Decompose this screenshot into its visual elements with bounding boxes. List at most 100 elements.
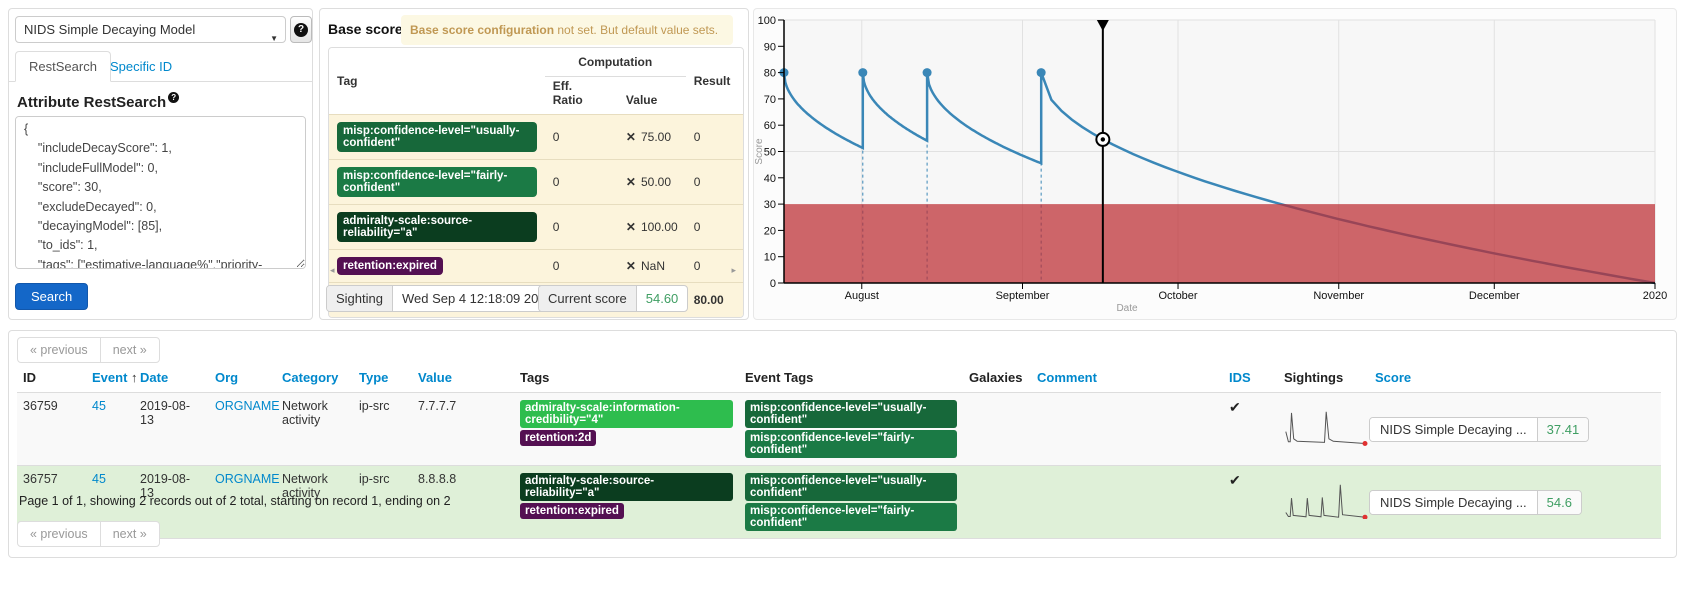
tag-badge[interactable]: misp:confidence-level="usually-confident… (745, 400, 957, 428)
col-value[interactable]: Value (412, 363, 514, 393)
results-panel: « previous next » ID Event ↑ Date Org Ca… (8, 330, 1677, 558)
cell-tags: admiralty-scale:source-reliability="a" r… (514, 466, 739, 539)
scroll-right-icon[interactable]: ▸ (731, 265, 736, 276)
score-value: 37.41 (1538, 418, 1589, 441)
search-tabs: RestSearch Specific ID (9, 51, 312, 82)
col-eff-ratio: Eff. Ratio (545, 77, 596, 115)
score-group: NIDS Simple Decaying ... 54.6 (1369, 490, 1582, 515)
tag-badge[interactable]: admiralty-scale:source-reliability="a" (520, 473, 733, 501)
tag-badge[interactable]: admiralty-scale:information-credibility=… (520, 400, 733, 428)
col-id: ID (17, 363, 86, 393)
tab-restsearch[interactable]: RestSearch (15, 51, 111, 82)
col-event-tags: Event Tags (739, 363, 963, 393)
svg-text:60: 60 (764, 120, 776, 132)
chevron-down-icon: ▼ (270, 26, 278, 43)
decaying-models-tool: NIDS Simple Decaying Model ▼ ? RestSearc… (0, 0, 1685, 596)
cell-tags: admiralty-scale:information-credibility=… (514, 393, 739, 466)
col-tag: Tag (329, 48, 545, 115)
model-score-button[interactable]: NIDS Simple Decaying ... (1370, 491, 1538, 514)
tag-badge[interactable]: misp:confidence-level="fairly-confident" (745, 430, 957, 458)
model-select[interactable]: NIDS Simple Decaying Model ▼ (15, 16, 286, 43)
col-event[interactable]: Event ↑ (86, 363, 134, 393)
tag-badge[interactable]: retention:expired (520, 503, 624, 519)
base-score-row: misp:confidence-level="usually-confident… (329, 115, 743, 160)
search-button[interactable]: Search (15, 283, 88, 310)
sighting-label: Sighting (327, 286, 393, 311)
tag-badge: retention:expired (337, 257, 443, 275)
help-button[interactable]: ? (290, 16, 312, 43)
tag-badge[interactable]: retention:2d (520, 430, 596, 446)
pagination-summary: Page 1 of 1, showing 2 records out of 2 … (19, 494, 451, 508)
check-icon: ✔ (1229, 399, 1241, 415)
base-score-table: Tag Computation Result Eff. Ratio Value … (328, 47, 744, 318)
decay-chart[interactable]: 0102030405060708090100AugustSeptemberOct… (754, 9, 1676, 319)
col-result: Result (686, 48, 743, 115)
pagination-bottom: « previous next » (17, 521, 160, 547)
org-link[interactable]: ORGNAME (215, 399, 280, 413)
sighting-info: Sighting Wed Sep 4 12:18:09 2019 (326, 285, 563, 312)
multiply-icon: ✕ (626, 175, 636, 189)
model-select-value: NIDS Simple Decaying Model (24, 22, 195, 37)
col-org[interactable]: Org (209, 363, 276, 393)
previous-page-button[interactable]: « previous (17, 521, 101, 547)
svg-text:40: 40 (764, 173, 776, 185)
cell-category: Network activity (276, 393, 353, 466)
cell-value: 7.7.7.7 (412, 393, 514, 466)
svg-text:70: 70 (764, 94, 776, 106)
base-score-warning: Base score configuration not set. But de… (401, 15, 733, 45)
base-score-panel: Base score Base score configuration not … (319, 8, 749, 320)
base-score-row: admiralty-scale:source-reliability="a" 0… (329, 205, 743, 250)
question-circle-icon: ? (168, 92, 179, 103)
next-page-button[interactable]: next » (100, 521, 160, 547)
svg-text:December: December (1469, 290, 1520, 302)
svg-text:Date: Date (1116, 303, 1138, 314)
col-sightings: Sightings (1278, 363, 1369, 393)
tag-badge[interactable]: misp:confidence-level="usually-confident… (745, 473, 957, 501)
col-galaxies: Galaxies (963, 363, 1031, 393)
check-icon: ✔ (1229, 472, 1241, 488)
restsearch-query-input[interactable]: { "includeDecayScore": 1, "includeFullMo… (15, 116, 306, 269)
col-type[interactable]: Type (353, 363, 412, 393)
cell-event-tags: misp:confidence-level="usually-confident… (739, 393, 963, 466)
cell-galaxies (963, 466, 1031, 539)
col-score[interactable]: Score (1369, 363, 1661, 393)
col-ids[interactable]: IDS (1223, 363, 1278, 393)
attributes-table: ID Event ↑ Date Org Category Type Value … (17, 363, 1661, 539)
col-category[interactable]: Category (276, 363, 353, 393)
sightings-sparkline (1284, 483, 1372, 519)
cell-id: 36759 (17, 393, 86, 466)
col-value: Value (596, 77, 686, 115)
base-score-row: retention:expired 0 ✕NaN 0 (329, 250, 743, 283)
tab-specific-id[interactable]: Specific ID (110, 51, 172, 82)
svg-text:September: September (996, 290, 1050, 302)
sort-asc-icon: ↑ (131, 370, 138, 385)
event-link[interactable]: 45 (92, 399, 106, 413)
cell-galaxies (963, 393, 1031, 466)
svg-text:30: 30 (764, 199, 776, 211)
tag-badge[interactable]: misp:confidence-level="fairly-confident" (745, 503, 957, 531)
attribute-row: 36759 45 2019-08-13 ORGNAME Network acti… (17, 393, 1661, 466)
cell-date: 2019-08-13 (134, 393, 209, 466)
svg-text:2020: 2020 (1643, 290, 1667, 302)
tag-badge: admiralty-scale:source-reliability="a" (337, 212, 537, 242)
model-search-panel: NIDS Simple Decaying Model ▼ ? RestSearc… (8, 8, 313, 320)
col-comment[interactable]: Comment (1031, 363, 1223, 393)
tag-badge: misp:confidence-level="fairly-confident" (337, 167, 537, 197)
event-link[interactable]: 45 (92, 472, 106, 486)
cell-event-tags: misp:confidence-level="usually-confident… (739, 466, 963, 539)
col-computation: Computation (545, 48, 686, 77)
scroll-left-icon[interactable]: ◂ (330, 265, 335, 276)
svg-text:50: 50 (764, 147, 776, 159)
svg-text:100: 100 (758, 15, 776, 27)
cell-comment (1031, 393, 1223, 466)
decay-chart-panel: 0102030405060708090100AugustSeptemberOct… (753, 8, 1677, 320)
model-score-button[interactable]: NIDS Simple Decaying ... (1370, 418, 1538, 441)
next-page-button[interactable]: next » (100, 337, 160, 363)
svg-text:November: November (1313, 290, 1364, 302)
col-date[interactable]: Date (134, 363, 209, 393)
org-link[interactable]: ORGNAME (215, 472, 280, 486)
cell-comment (1031, 466, 1223, 539)
cell-type: ip-src (353, 393, 412, 466)
col-tags: Tags (514, 363, 739, 393)
previous-page-button[interactable]: « previous (17, 337, 101, 363)
